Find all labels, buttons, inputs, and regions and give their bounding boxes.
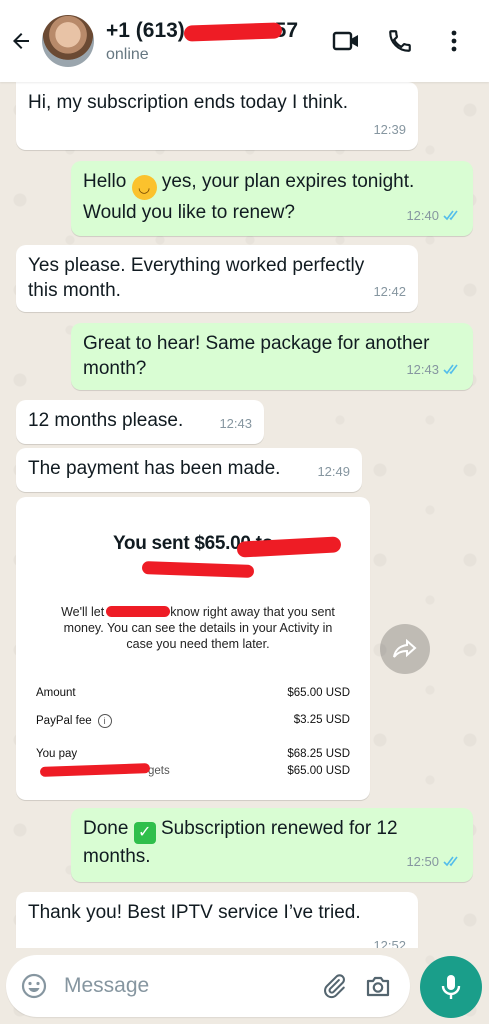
- message-incoming[interactable]: Hi, my subscription ends today I think. …: [16, 82, 418, 150]
- contact-status: online: [106, 45, 149, 63]
- image-message[interactable]: You sent $65.00 to We'll letknow right a…: [16, 497, 370, 800]
- info-icon: i: [97, 714, 112, 728]
- camera-button[interactable]: [356, 964, 400, 1008]
- message-text-line: Yes please. Everything worked perfectly: [28, 255, 365, 276]
- message-text-part: Done: [83, 818, 134, 839]
- message-text: Done ✓ Subscription renewed for 12: [83, 816, 461, 844]
- smile-emoji-icon: ◡: [131, 175, 157, 200]
- message-time: 12:40: [406, 203, 461, 228]
- video-call-button[interactable]: [319, 14, 373, 68]
- gets-value: $65.00 USD: [287, 765, 350, 777]
- amount-label: Amount: [36, 687, 76, 699]
- read-ticks-icon: [443, 364, 458, 375]
- message-text-line: months.: [83, 845, 151, 867]
- message-time: 12:52: [373, 938, 406, 948]
- attach-button[interactable]: [312, 964, 356, 1008]
- message-text-line: Would you like to renew?: [83, 202, 295, 223]
- contact-name-text: +1 (613): [106, 18, 191, 42]
- message-outgoing[interactable]: Hello ◡ yes, your plan expires tonight. …: [71, 161, 473, 236]
- amount-row: Amount $65.00 USD: [36, 687, 350, 699]
- message-text-part: Hello: [83, 171, 132, 192]
- message-incoming[interactable]: Thank you! Best IPTV service I’ve tried.…: [16, 892, 418, 948]
- message-incoming[interactable]: 12 months please. 12:43: [16, 400, 264, 444]
- mic-icon: [441, 975, 461, 999]
- message-text-line: this month.: [28, 280, 121, 301]
- you-pay-label: You pay: [36, 748, 78, 760]
- message-time-text: 12:50: [406, 854, 439, 869]
- fee-label-text: PayPal fee: [36, 715, 92, 727]
- message-list[interactable]: Hi, my subscription ends today I think. …: [0, 82, 489, 948]
- composer-bar: [0, 948, 489, 1024]
- fee-value: $3.25 USD: [293, 714, 350, 726]
- message-time: 12:49: [317, 464, 350, 479]
- message-text: 12 months please.: [28, 410, 184, 431]
- voice-message-button[interactable]: [420, 956, 482, 1018]
- read-ticks-icon: [443, 856, 458, 867]
- payment-body: We'll let know right away that you sent m…: [48, 604, 348, 652]
- chat-header: +1 (613) 57 online: [0, 0, 489, 82]
- you-pay-value: $68.25 USD: [287, 748, 350, 760]
- message-text-line: Great to hear! Same package for another: [83, 333, 430, 354]
- back-button[interactable]: [2, 0, 40, 82]
- message-outgoing[interactable]: Done ✓ Subscription renewed for 12 month…: [71, 808, 473, 882]
- message-time-text: 12:40: [406, 208, 439, 223]
- message-text-part: yes, your plan expires tonight.: [156, 171, 415, 192]
- payment-body-line: money. You can see the details in your A…: [63, 621, 333, 635]
- message-time: 12:43: [406, 357, 461, 382]
- message-text: Hi, my subscription ends today I think.: [28, 92, 348, 113]
- message-text: Hello ◡ yes, your plan expires tonight.: [83, 169, 461, 200]
- fee-label: PayPal fee i: [36, 714, 112, 728]
- check-mark-emoji-icon: ✓: [133, 821, 156, 844]
- phone-icon: [389, 30, 411, 52]
- message-time-text: 12:43: [406, 362, 439, 377]
- payment-title-prefix: You sent: [112, 533, 195, 554]
- payment-body-line: case you need them later.: [126, 637, 270, 651]
- read-ticks-icon: [443, 210, 458, 221]
- payment-body-part: We'll let: [61, 605, 105, 619]
- message-text-part: Subscription renewed for 12: [155, 818, 398, 839]
- fee-row: PayPal fee i $3.25 USD: [36, 714, 350, 728]
- message-input-pill[interactable]: [6, 955, 410, 1017]
- contact-name: +1 (613) 57: [106, 19, 319, 43]
- emoji-icon: [21, 973, 47, 999]
- more-vert-icon: [451, 30, 457, 52]
- message-time: 12:43: [219, 416, 252, 431]
- video-call-icon: [332, 31, 358, 51]
- message-time: 12:50: [406, 849, 461, 874]
- camera-icon: [366, 976, 390, 997]
- forward-icon: [393, 639, 417, 658]
- message-incoming[interactable]: Yes please. Everything worked perfectly …: [16, 245, 418, 312]
- redaction-mark: [106, 606, 170, 617]
- payment-body-part: know right away that you sent: [170, 605, 335, 619]
- back-arrow-icon: [13, 33, 29, 49]
- payment-body-line: We'll let know right away that you sent: [48, 604, 348, 620]
- message-text-line: month?: [83, 358, 147, 379]
- message-outgoing[interactable]: Great to hear! Same package for another …: [71, 323, 473, 390]
- payment-receipt-image: You sent $65.00 to We'll letknow right a…: [22, 503, 364, 794]
- redaction-mark: [183, 21, 283, 42]
- message-time: 12:42: [373, 284, 406, 299]
- redaction-mark: [141, 561, 255, 578]
- message-text: The payment has been made.: [28, 458, 281, 479]
- voice-call-button[interactable]: [373, 14, 427, 68]
- amount-value: $65.00 USD: [287, 687, 350, 699]
- message-input[interactable]: [64, 974, 294, 998]
- message-time: 12:39: [373, 122, 406, 137]
- contact-avatar[interactable]: [42, 15, 94, 67]
- message-incoming[interactable]: The payment has been made. 12:49: [16, 448, 362, 492]
- contact-info[interactable]: +1 (613) 57 online: [106, 19, 319, 64]
- more-options-button[interactable]: [427, 14, 481, 68]
- attach-icon: [324, 974, 345, 999]
- you-pay-row: You pay $68.25 USD: [36, 748, 350, 760]
- message-text: Thank you! Best IPTV service I’ve tried.: [28, 902, 361, 923]
- emoji-button[interactable]: [12, 964, 56, 1008]
- forward-button[interactable]: [380, 624, 430, 674]
